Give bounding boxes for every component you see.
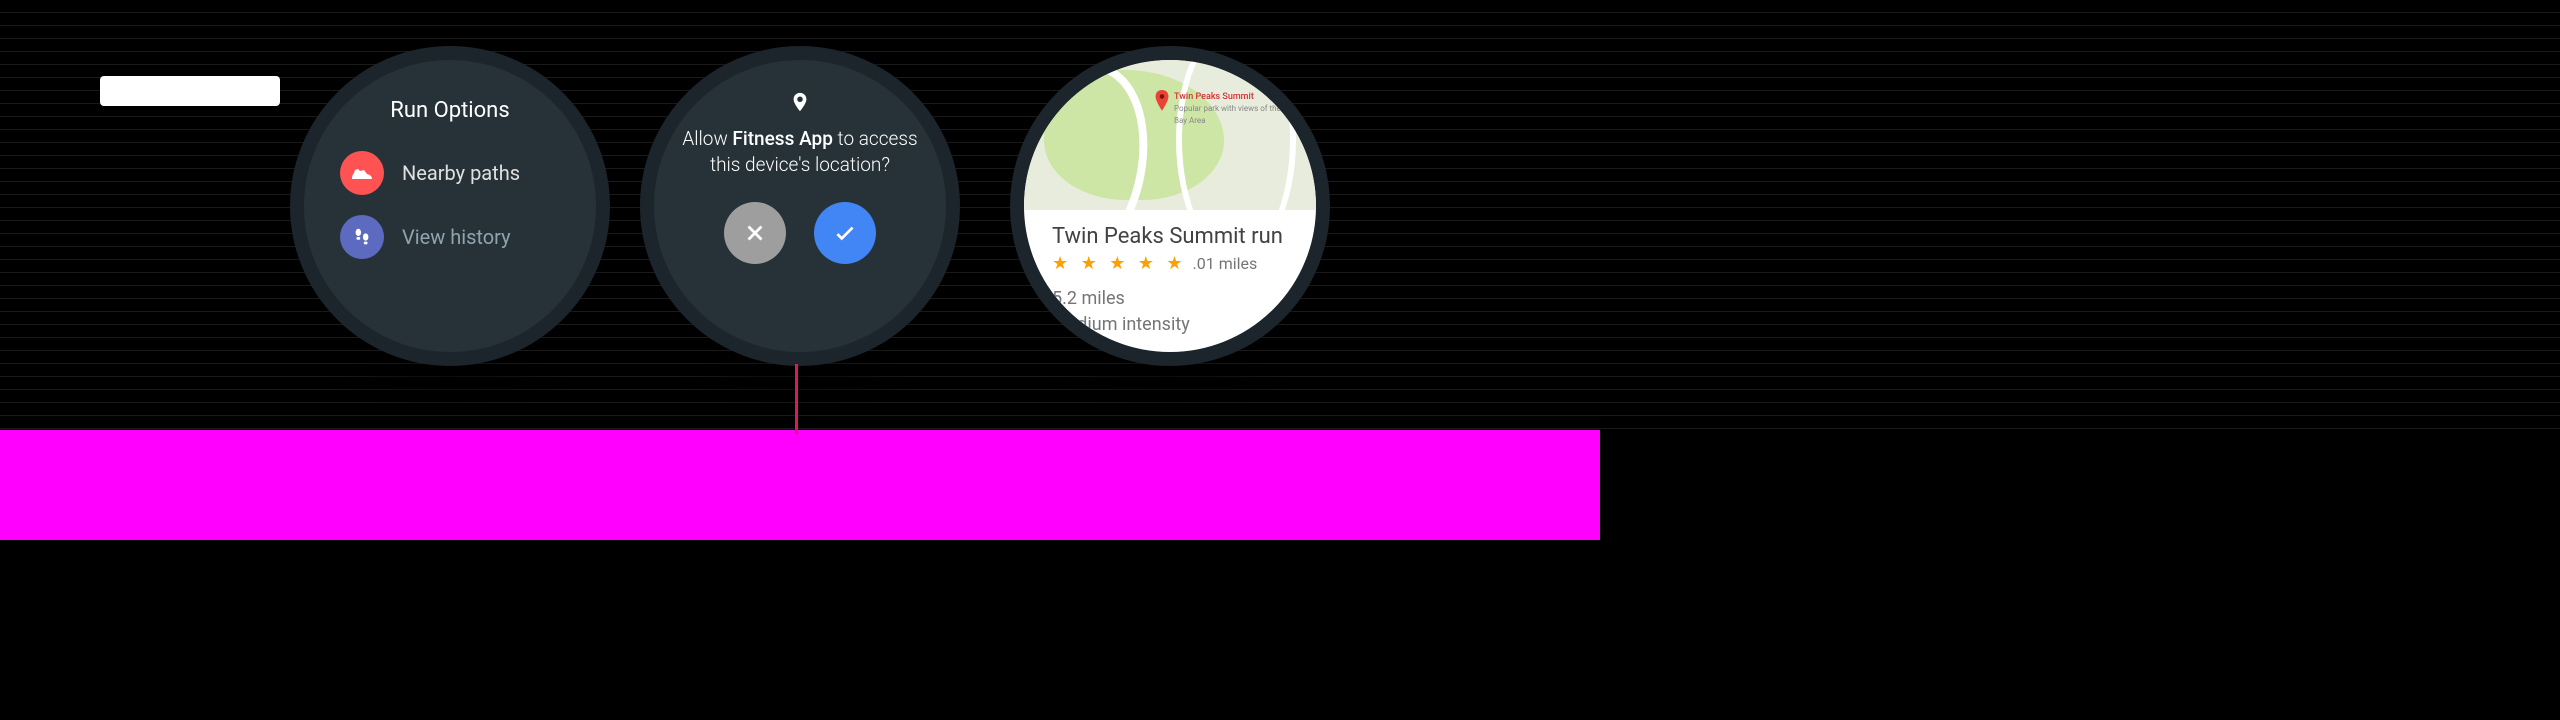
watch-permission-dialog: Allow Fitness App to access this device'… [640, 46, 960, 366]
run-card: Twin Peaks Summit run ★ ★ ★ ★ ★ .01 miles… [1024, 210, 1316, 338]
close-icon [742, 220, 768, 246]
run-length: 5.2 miles [1052, 286, 1288, 312]
distance-small: .01 miles [1193, 254, 1258, 273]
map-marker-icon [1154, 90, 1170, 116]
watch-run-options: Run Options Nearby paths View history [290, 46, 610, 366]
deny-button[interactable] [724, 202, 786, 264]
marker-subtitle: Popular park with views of the Bay Area [1174, 104, 1281, 125]
permission-buttons [654, 178, 946, 264]
map-view[interactable]: Twin Peaks Summit Popular park with view… [1024, 60, 1316, 210]
shoe-icon [340, 151, 384, 195]
run-title: Twin Peaks Summit run [1052, 224, 1288, 249]
stars: ★ ★ ★ ★ ★ [1052, 253, 1187, 274]
menu-item-nearby-paths[interactable]: Nearby paths [304, 141, 596, 205]
menu-item-label: Nearby paths [402, 161, 520, 185]
watch-run-detail: Twin Peaks Summit Popular park with view… [1010, 46, 1330, 366]
magenta-bar [0, 430, 1600, 540]
map-marker-label: Twin Peaks Summit Popular park with view… [1174, 92, 1284, 127]
prompt-app-name: Fitness App [732, 127, 832, 150]
footsteps-icon [340, 215, 384, 259]
run-meta: 5.2 miles Medium intensity [1052, 274, 1288, 338]
callout-line [795, 364, 798, 434]
menu-item-view-history[interactable]: View history [304, 205, 596, 269]
check-icon [832, 220, 858, 246]
menu-item-label: View history [402, 225, 511, 249]
allow-button[interactable] [814, 202, 876, 264]
prompt-pre: Allow [682, 127, 732, 150]
marker-title: Twin Peaks Summit [1174, 92, 1254, 102]
white-tab [100, 76, 280, 106]
run-intensity: Medium intensity [1052, 312, 1288, 338]
star-rating: ★ ★ ★ ★ ★ .01 miles [1052, 249, 1288, 274]
map-road [1176, 60, 1296, 210]
permission-prompt: Allow Fitness App to access this device'… [654, 120, 946, 178]
